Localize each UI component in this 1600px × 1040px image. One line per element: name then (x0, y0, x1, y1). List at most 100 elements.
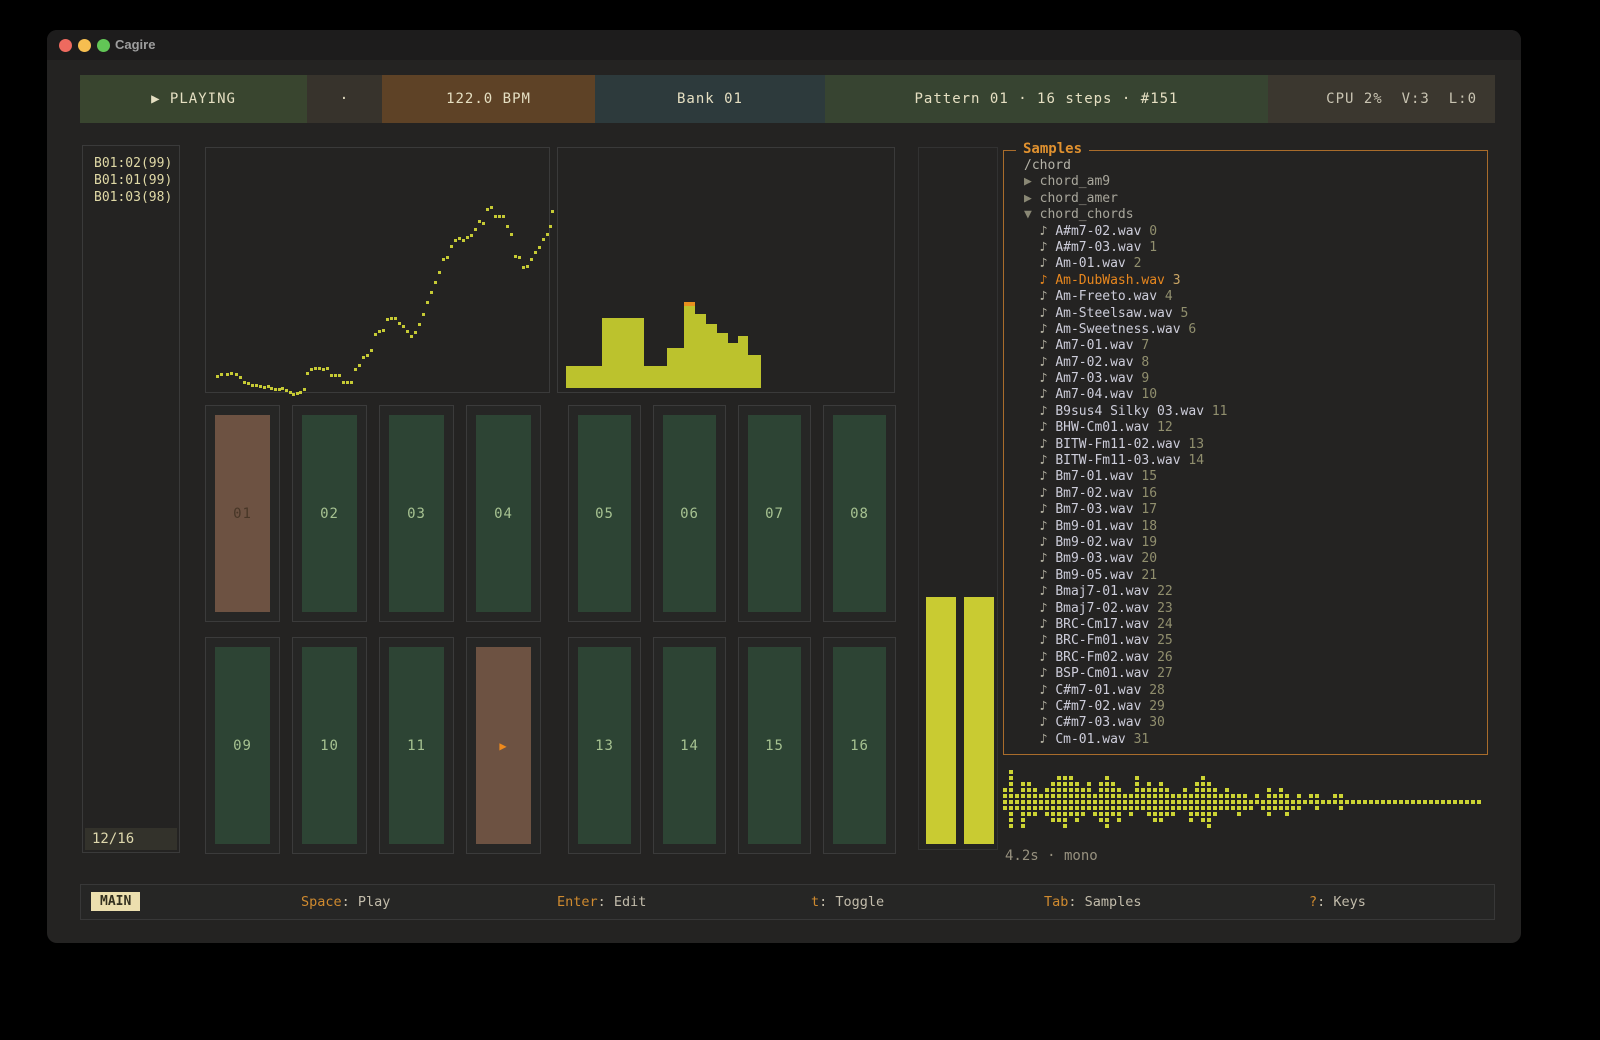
histogram-bar-9 (738, 336, 748, 388)
pad-5[interactable]: 05 (568, 405, 641, 622)
sample-file-name: Bm7-01.wav (1055, 469, 1133, 484)
sample-file-14[interactable]: ♪ BITW-Fm11-03.wav 14 (1024, 453, 1487, 469)
pad-6[interactable]: 06 (653, 405, 726, 622)
waveform-dot (1237, 812, 1241, 816)
sample-file-6[interactable]: ♪ Am-Sweetness.wav 6 (1024, 322, 1487, 338)
scatter-dot (382, 329, 385, 332)
waveform-dot (1201, 788, 1205, 792)
sample-file-4[interactable]: ♪ Am-Freeto.wav 4 (1024, 289, 1487, 305)
sample-file-25[interactable]: ♪ BRC-Fm01.wav 25 (1024, 633, 1487, 649)
waveform-dot (1369, 800, 1373, 804)
pad-11[interactable]: 11 (379, 637, 454, 854)
sample-file-index: 30 (1149, 715, 1165, 730)
sample-file-7[interactable]: ♪ Am7-01.wav 7 (1024, 338, 1487, 354)
sample-file-3[interactable]: ♪ Am-DubWash.wav 3 (1024, 273, 1487, 289)
sample-file-18[interactable]: ♪ Bm9-01.wav 18 (1024, 519, 1487, 535)
sample-file-0[interactable]: ♪ A#m7-02.wav 0 (1024, 224, 1487, 240)
waveform-dot (1195, 812, 1199, 816)
sample-file-28[interactable]: ♪ C#m7-01.wav 28 (1024, 683, 1487, 699)
sample-file-9[interactable]: ♪ Am7-03.wav 9 (1024, 371, 1487, 387)
sample-file-23[interactable]: ♪ Bmaj7-02.wav 23 (1024, 601, 1487, 617)
sample-file-11[interactable]: ♪ B9sus4 Silky 03.wav 11 (1024, 404, 1487, 420)
sample-file-16[interactable]: ♪ Bm7-02.wav 16 (1024, 486, 1487, 502)
pad-13[interactable]: 13 (568, 637, 641, 854)
waveform-dot (1225, 800, 1229, 804)
folder-name: chord_am9 (1040, 174, 1110, 189)
waveform-dot (1285, 812, 1289, 816)
scatter-dot (434, 281, 437, 284)
scatter-dot (398, 322, 401, 325)
waveform-dot (1075, 794, 1079, 798)
scatter-dot (422, 313, 425, 316)
pad-9[interactable]: 09 (205, 637, 280, 854)
music-note-icon: ♪ (1040, 420, 1048, 435)
sample-file-21[interactable]: ♪ Bm9-05.wav 21 (1024, 568, 1487, 584)
waveform-dot (1183, 800, 1187, 804)
scatter-dot (243, 381, 246, 384)
waveform-dot (1003, 800, 1007, 804)
scatter-dot (230, 372, 233, 375)
sample-folder-chord_chords[interactable]: ▼ chord_chords (1024, 207, 1487, 223)
sample-file-31[interactable]: ♪ Cm-01.wav 31 (1024, 732, 1487, 748)
sample-file-26[interactable]: ♪ BRC-Fm02.wav 26 (1024, 650, 1487, 666)
waveform-dot (1021, 788, 1025, 792)
sample-file-19[interactable]: ♪ Bm9-02.wav 19 (1024, 535, 1487, 551)
waveform-dot (1063, 812, 1067, 816)
sample-folder-chord_amer[interactable]: ▶ chord_amer (1024, 191, 1487, 207)
pad-playing-icon: ▶ (476, 647, 531, 844)
pad-10[interactable]: 10 (292, 637, 367, 854)
sample-file-8[interactable]: ♪ Am7-02.wav 8 (1024, 355, 1487, 371)
pad-2[interactable]: 02 (292, 405, 367, 622)
scatter-dot (478, 220, 481, 223)
sample-file-name: Am-DubWash.wav (1055, 273, 1165, 288)
pad-1[interactable]: 01 (205, 405, 280, 622)
sample-file-1[interactable]: ♪ A#m7-03.wav 1 (1024, 240, 1487, 256)
waveform-dot (1321, 800, 1325, 804)
voice-entry-1: B01:01(99) (83, 172, 179, 189)
waveform-dot (1033, 794, 1037, 798)
waveform-dot (1213, 806, 1217, 810)
sample-file-10[interactable]: ♪ Am7-04.wav 10 (1024, 387, 1487, 403)
sample-file-27[interactable]: ♪ BSP-Cm01.wav 27 (1024, 666, 1487, 682)
pad-15[interactable]: 15 (738, 637, 811, 854)
waveform-dot (1009, 788, 1013, 792)
waveform-dot (1105, 824, 1109, 828)
scatter-dot (394, 317, 397, 320)
waveform-dot (1201, 812, 1205, 816)
vu-meter-panel (918, 147, 998, 850)
waveform-dot (1465, 800, 1469, 804)
sample-tree: /chord▶ chord_am9▶ chord_amer▼ chord_cho… (1004, 151, 1487, 748)
pad-7[interactable]: 07 (738, 405, 811, 622)
waveform-dot (1267, 806, 1271, 810)
minimize-button[interactable] (78, 39, 91, 52)
pads-row-2: 091011▶13141516 (205, 637, 896, 854)
sample-file-22[interactable]: ♪ Bmaj7-01.wav 22 (1024, 584, 1487, 600)
sample-file-5[interactable]: ♪ Am-Steelsaw.wav 5 (1024, 306, 1487, 322)
waveform-dot (1009, 818, 1013, 822)
pad-14[interactable]: 14 (653, 637, 726, 854)
waveform-dot (1279, 800, 1283, 804)
pad-4[interactable]: 04 (466, 405, 541, 622)
sample-folder-chord_am9[interactable]: ▶ chord_am9 (1024, 174, 1487, 190)
waveform-dot (1135, 788, 1139, 792)
sample-file-15[interactable]: ♪ Bm7-01.wav 15 (1024, 469, 1487, 485)
sample-file-29[interactable]: ♪ C#m7-02.wav 29 (1024, 699, 1487, 715)
music-note-icon: ♪ (1040, 732, 1048, 747)
sample-file-2[interactable]: ♪ Am-01.wav 2 (1024, 256, 1487, 272)
sample-file-12[interactable]: ♪ BHW-Cm01.wav 12 (1024, 420, 1487, 436)
pad-8[interactable]: 08 (823, 405, 896, 622)
sample-file-30[interactable]: ♪ C#m7-03.wav 30 (1024, 715, 1487, 731)
close-button[interactable] (59, 39, 72, 52)
zoom-button[interactable] (97, 39, 110, 52)
sample-file-24[interactable]: ♪ BRC-Cm17.wav 24 (1024, 617, 1487, 633)
waveform-dot (1261, 806, 1265, 810)
pad-16[interactable]: 16 (823, 637, 896, 854)
waveform-dot (1171, 812, 1175, 816)
waveform-dot (1111, 782, 1115, 786)
pad-3[interactable]: 03 (379, 405, 454, 622)
sample-file-17[interactable]: ♪ Bm7-03.wav 17 (1024, 502, 1487, 518)
sample-file-20[interactable]: ♪ Bm9-03.wav 20 (1024, 551, 1487, 567)
waveform-dot (1075, 812, 1079, 816)
sample-file-13[interactable]: ♪ BITW-Fm11-02.wav 13 (1024, 437, 1487, 453)
pad-12[interactable]: ▶ (466, 637, 541, 854)
